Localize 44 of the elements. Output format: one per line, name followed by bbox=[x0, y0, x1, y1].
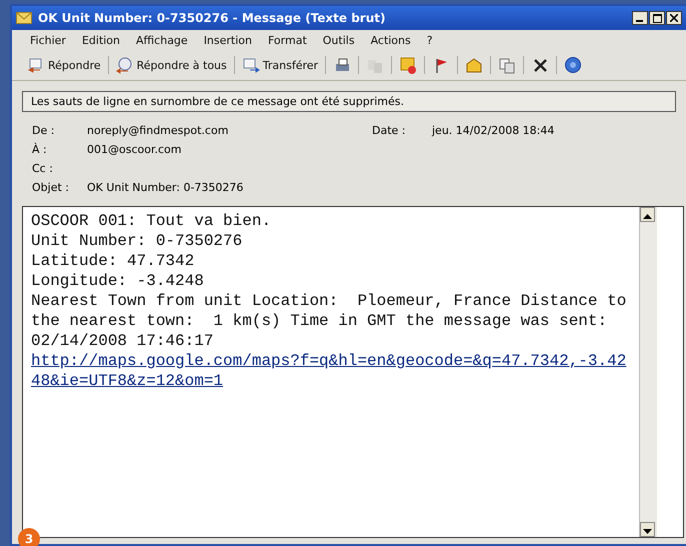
printer-icon bbox=[333, 56, 352, 74]
field-label: De : bbox=[32, 124, 56, 137]
up-arrow-icon bbox=[643, 214, 652, 220]
recipient-address: 001@oscoor.com bbox=[87, 143, 182, 156]
menu-item[interactable]: Actions bbox=[370, 34, 411, 47]
scroll-down-button[interactable] bbox=[640, 522, 655, 537]
message-line: Unit Number: 0-7350276 bbox=[31, 231, 244, 251]
field-label: Cc : bbox=[32, 162, 54, 175]
menu-item[interactable]: ? bbox=[426, 34, 433, 47]
scroll-up-button[interactable] bbox=[640, 207, 655, 222]
note-icon bbox=[399, 56, 418, 74]
message-line: Latitude: 47.7342 bbox=[31, 251, 196, 271]
maximize-button[interactable] bbox=[649, 11, 665, 25]
sender-address: noreply@findmespot.com bbox=[87, 124, 230, 137]
minimize-button[interactable] bbox=[632, 11, 648, 25]
menu-item[interactable]: Fichier bbox=[30, 34, 66, 47]
toolbar-button[interactable]: Répondre bbox=[24, 54, 104, 76]
field-label: Objet : bbox=[32, 181, 70, 194]
field-label: À : bbox=[32, 143, 48, 156]
menu-item[interactable]: Affichage bbox=[136, 34, 188, 47]
message-line: OSCOOR 001: Tout va bien. bbox=[31, 211, 272, 231]
info-bar: Les sauts de ligne en surnombre de ce message ont été supprimés. bbox=[22, 91, 676, 112]
menu-item[interactable]: Format bbox=[268, 34, 307, 47]
down-arrow-icon bbox=[643, 529, 652, 535]
pages-icon bbox=[498, 56, 516, 74]
date-value: jeu. 14/02/2008 18:44 bbox=[432, 124, 556, 137]
subject-value: OK Unit Number: 0-7350276 bbox=[87, 181, 244, 194]
menu-item[interactable]: Edition bbox=[82, 34, 120, 47]
close-icon bbox=[531, 56, 550, 74]
toolbar-button[interactable]: Répondre à tous bbox=[112, 54, 230, 76]
map-link[interactable]: http://maps.google.com/maps?f=q&hl=en&geocode=&q=47.7342,-3.4248&ie=UTF8&z=12&om=1 bbox=[31, 351, 631, 391]
callout-badge: 3 bbox=[18, 528, 40, 546]
close-icon bbox=[670, 14, 678, 22]
toolbar-button[interactable]: Transférer bbox=[238, 54, 322, 76]
window-title: OK Unit Number: 0-7350276 - Message (Texte brut) bbox=[38, 11, 386, 25]
field-label: Date : bbox=[372, 124, 406, 137]
envelope-icon bbox=[16, 12, 32, 24]
menu-item[interactable]: Outils bbox=[322, 34, 355, 47]
maximize-icon bbox=[652, 14, 662, 22]
menu-item[interactable]: Insertion bbox=[204, 34, 252, 47]
message-line: Nearest Town from unit Location: Ploemeur, France Distance to the nearest town: 1 km(s) Time in GMT the message was sent: 02/14/2008 17:46:17 bbox=[31, 291, 628, 351]
help-icon bbox=[564, 56, 582, 74]
message-line: Longitude: -3.4248 bbox=[31, 271, 205, 291]
close-button[interactable] bbox=[666, 11, 682, 25]
